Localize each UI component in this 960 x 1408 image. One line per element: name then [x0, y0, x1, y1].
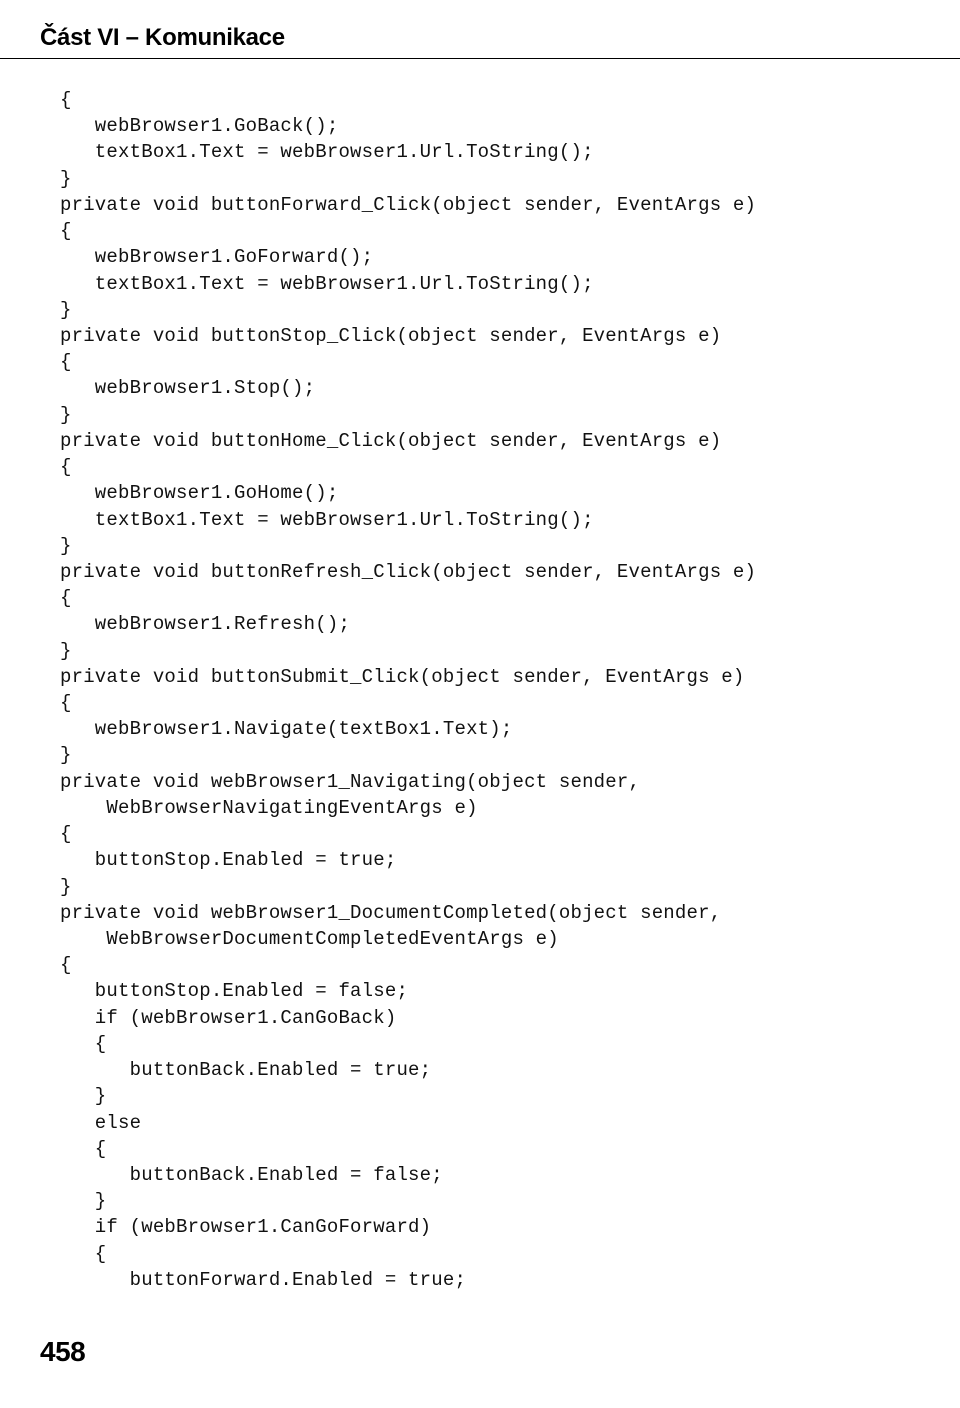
- page-number: 458: [40, 1336, 85, 1368]
- code-content: { webBrowser1.GoBack(); textBox1.Text = …: [0, 59, 960, 1293]
- header-title: Část VI – Komunikace: [40, 24, 285, 51]
- code-block: { webBrowser1.GoBack(); textBox1.Text = …: [60, 87, 940, 1293]
- page-header: Část VI – Komunikace: [0, 0, 960, 59]
